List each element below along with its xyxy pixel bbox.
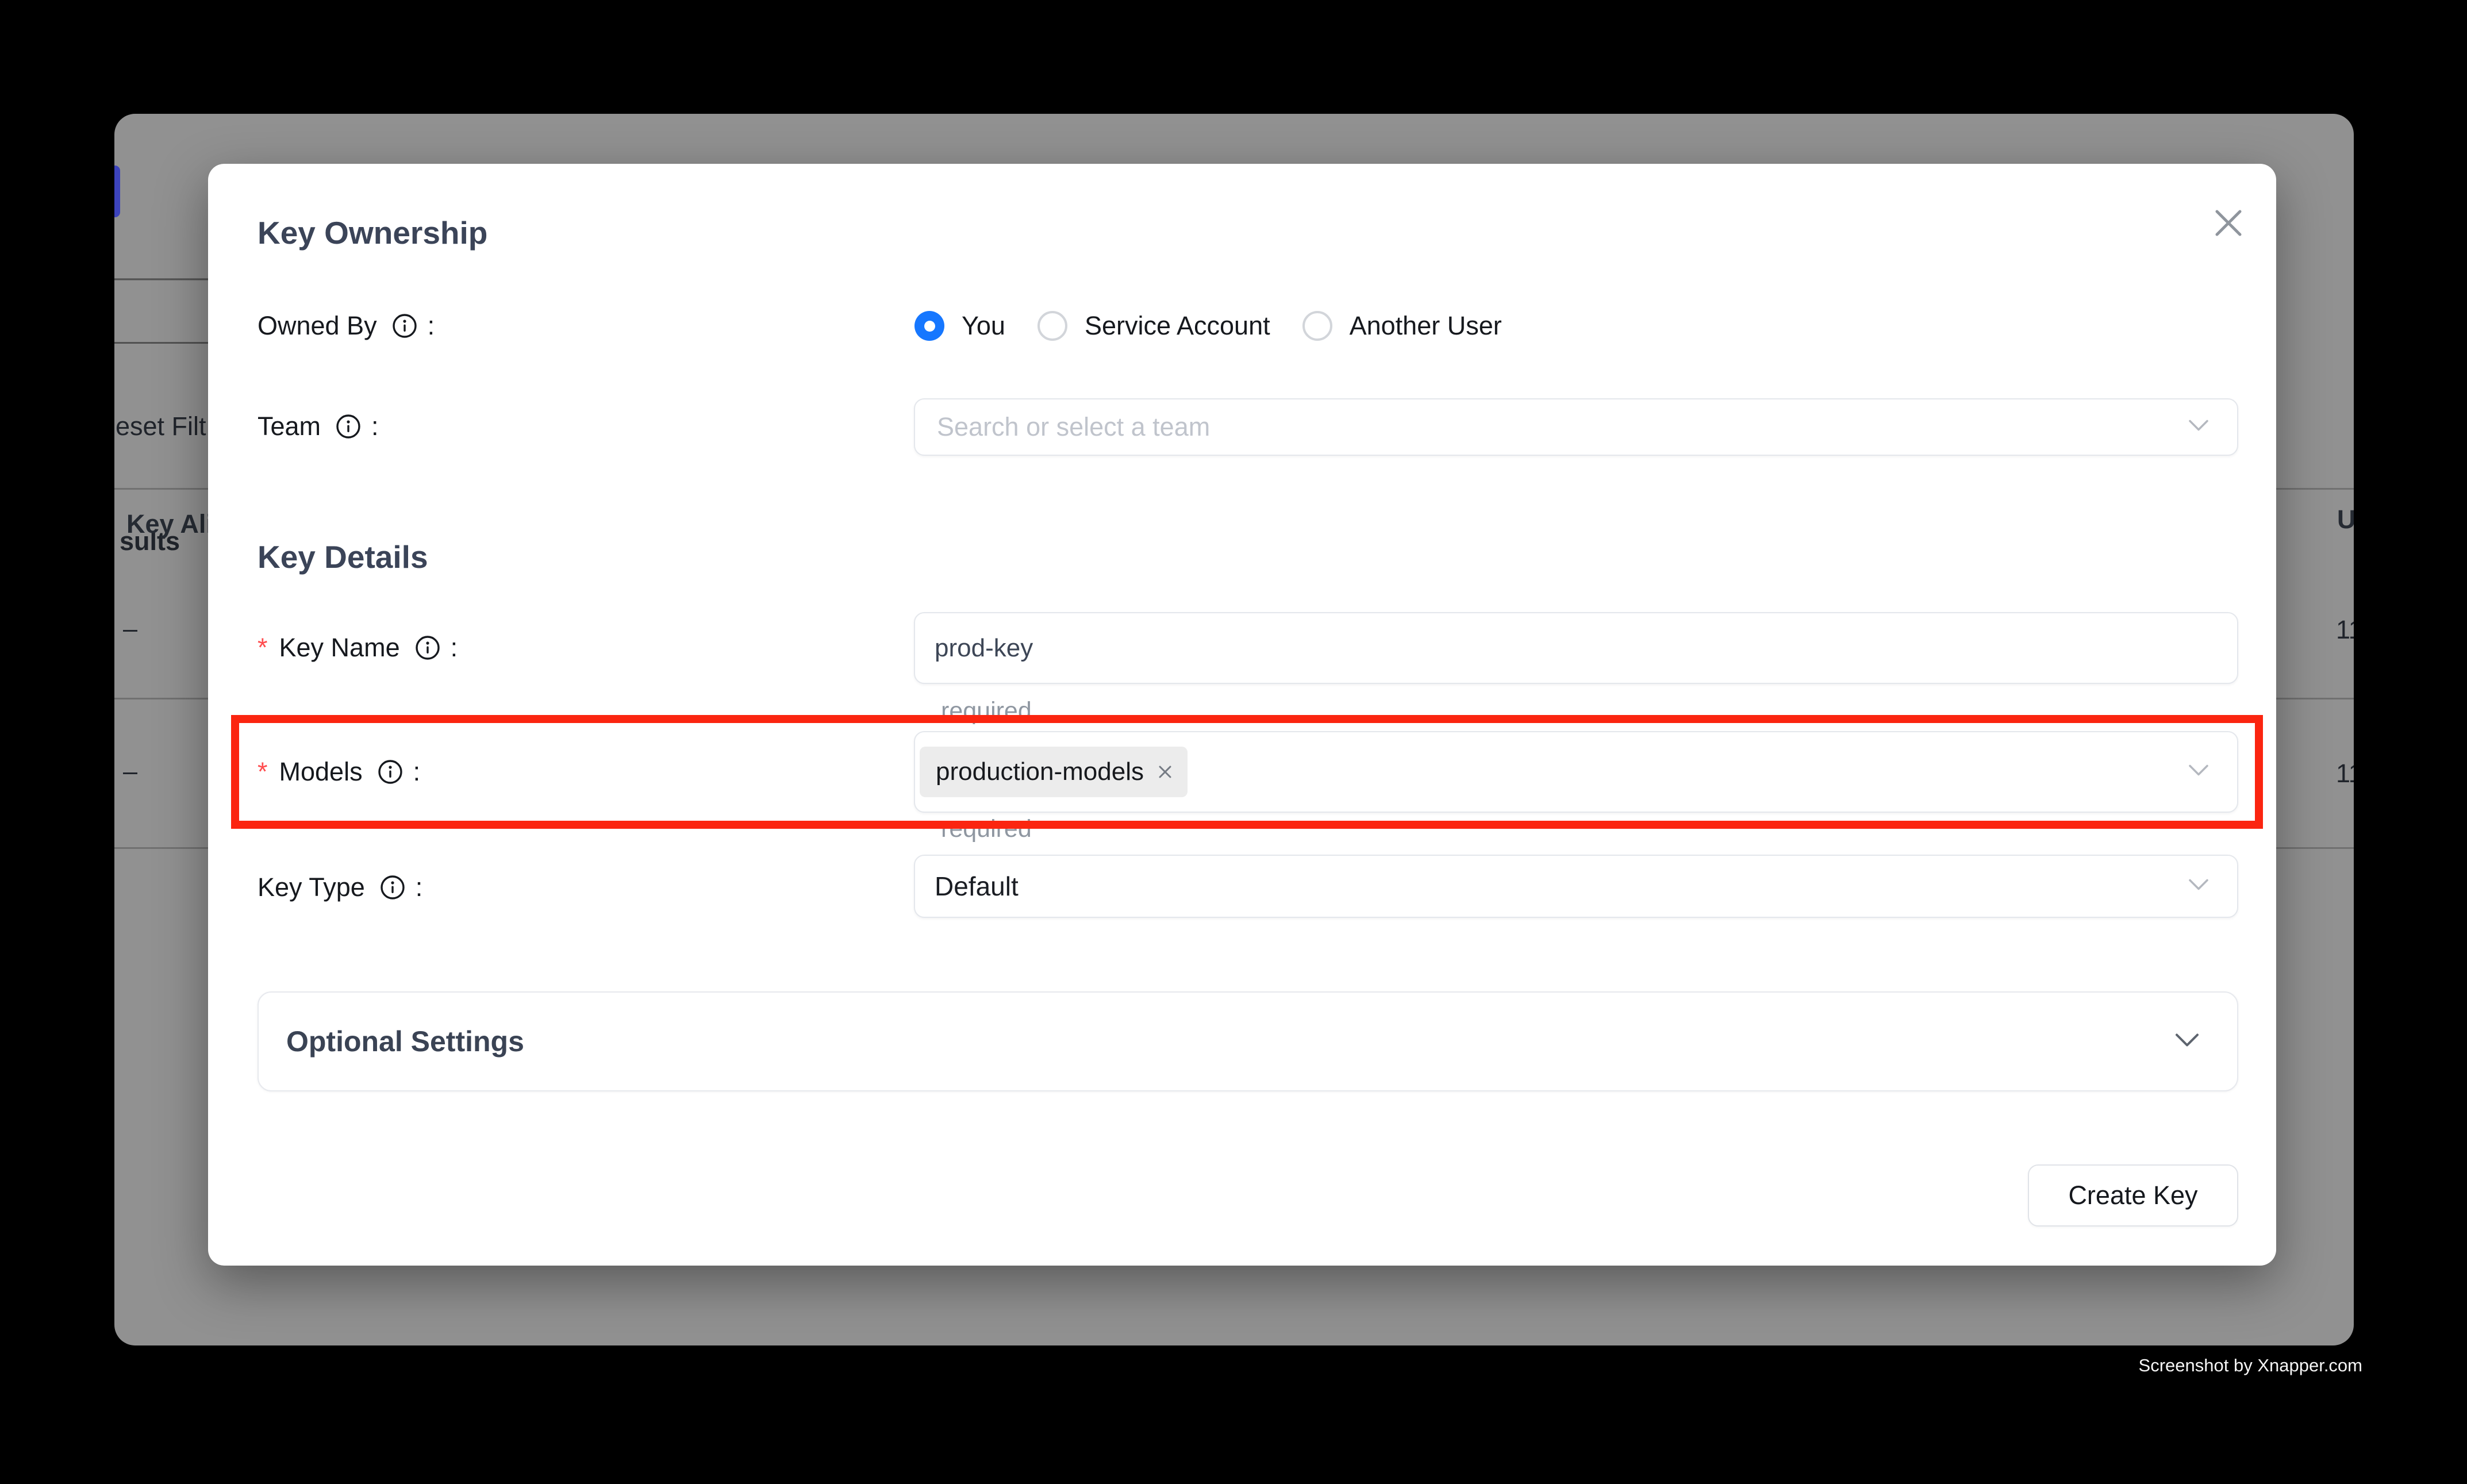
required-asterisk: * (258, 633, 268, 663)
label-colon: : (371, 412, 379, 441)
radio-unselected-icon (1037, 311, 1067, 341)
table-header-updated-fragment: Up (2337, 505, 2354, 535)
radio-you-label: You (962, 311, 1005, 341)
owned-by-label: Owned By : (258, 311, 435, 341)
radio-another-user[interactable]: Another User (1302, 311, 1502, 341)
create-key-modal: Key Ownership Owned By : You (208, 164, 2276, 1266)
team-select[interactable]: Search or select a team (914, 398, 2238, 456)
dimmed-app-window: eset Filt sults Key Alia Up – – 11/ 11/ … (114, 114, 2354, 1345)
info-icon[interactable] (336, 414, 361, 439)
label-colon: : (451, 633, 458, 663)
owned-by-radio-group: You Service Account Another User (914, 311, 1534, 341)
radio-service-account[interactable]: Service Account (1037, 311, 1270, 341)
table-row-dash: – (123, 756, 137, 786)
indigo-button-fragment (114, 166, 120, 217)
key-name-label: * Key Name : (258, 633, 458, 663)
radio-selected-icon (914, 311, 944, 341)
key-type-label: Key Type : (258, 872, 422, 902)
chevron-down-icon (2174, 1032, 2200, 1051)
required-asterisk: * (258, 757, 268, 787)
radio-another-user-label: Another User (1350, 311, 1502, 341)
team-select-placeholder: Search or select a team (915, 412, 1210, 442)
section-title-key-ownership: Key Ownership (258, 214, 487, 251)
chevron-down-icon (2188, 764, 2209, 781)
background-divider (114, 279, 212, 280)
optional-settings-label: Optional Settings (286, 1025, 524, 1058)
chevron-down-icon (2188, 878, 2209, 895)
models-select[interactable]: production-models (914, 731, 2238, 813)
key-type-select[interactable]: Default (914, 855, 2238, 918)
selected-model-tag: production-models (920, 747, 1188, 797)
optional-settings-toggle[interactable]: Optional Settings (258, 991, 2238, 1091)
info-icon[interactable] (380, 875, 405, 900)
radio-unselected-icon (1302, 311, 1332, 341)
screenshot-canvas: eset Filt sults Key Alia Up – – 11/ 11/ … (0, 0, 2467, 1484)
table-row-date-fragment: 11/ (2336, 615, 2354, 645)
label-colon: : (428, 311, 435, 341)
background-divider (114, 342, 212, 344)
create-key-button[interactable]: Create Key (2028, 1164, 2238, 1227)
radio-service-account-label: Service Account (1085, 311, 1270, 341)
radio-you[interactable]: You (914, 311, 1005, 341)
selected-model-tag-label: production-models (936, 758, 1144, 786)
watermark-text: Screenshot by Xnapper.com (2139, 1355, 2362, 1376)
key-name-value: prod-key (915, 634, 1033, 663)
key-name-input[interactable]: prod-key (914, 612, 2238, 684)
modal-close-button[interactable] (2205, 200, 2251, 246)
reset-filters-label-fragment: eset Filt (116, 412, 206, 441)
table-row-date-fragment: 11/ (2336, 759, 2354, 789)
models-required-hint: required (941, 815, 1032, 843)
close-icon (2212, 206, 2245, 240)
tag-remove-icon[interactable] (1156, 763, 1174, 781)
key-name-required-hint: required (941, 697, 1032, 725)
info-icon[interactable] (378, 759, 403, 785)
team-label-text: Team (258, 412, 321, 441)
owned-by-label-text: Owned By (258, 311, 377, 341)
key-type-value: Default (915, 871, 1019, 902)
team-label: Team : (258, 412, 379, 441)
label-colon: : (416, 872, 423, 902)
label-colon: : (413, 757, 421, 787)
info-icon[interactable] (392, 313, 417, 339)
key-type-label-text: Key Type (258, 872, 365, 902)
table-row-dash: – (123, 614, 137, 644)
models-label: * Models : (258, 757, 420, 787)
models-label-text: Models (279, 757, 363, 787)
key-name-label-text: Key Name (279, 633, 400, 663)
info-icon[interactable] (415, 635, 440, 660)
section-title-key-details: Key Details (258, 539, 428, 575)
chevron-down-icon (2188, 419, 2209, 436)
create-key-button-label: Create Key (2068, 1181, 2197, 1210)
